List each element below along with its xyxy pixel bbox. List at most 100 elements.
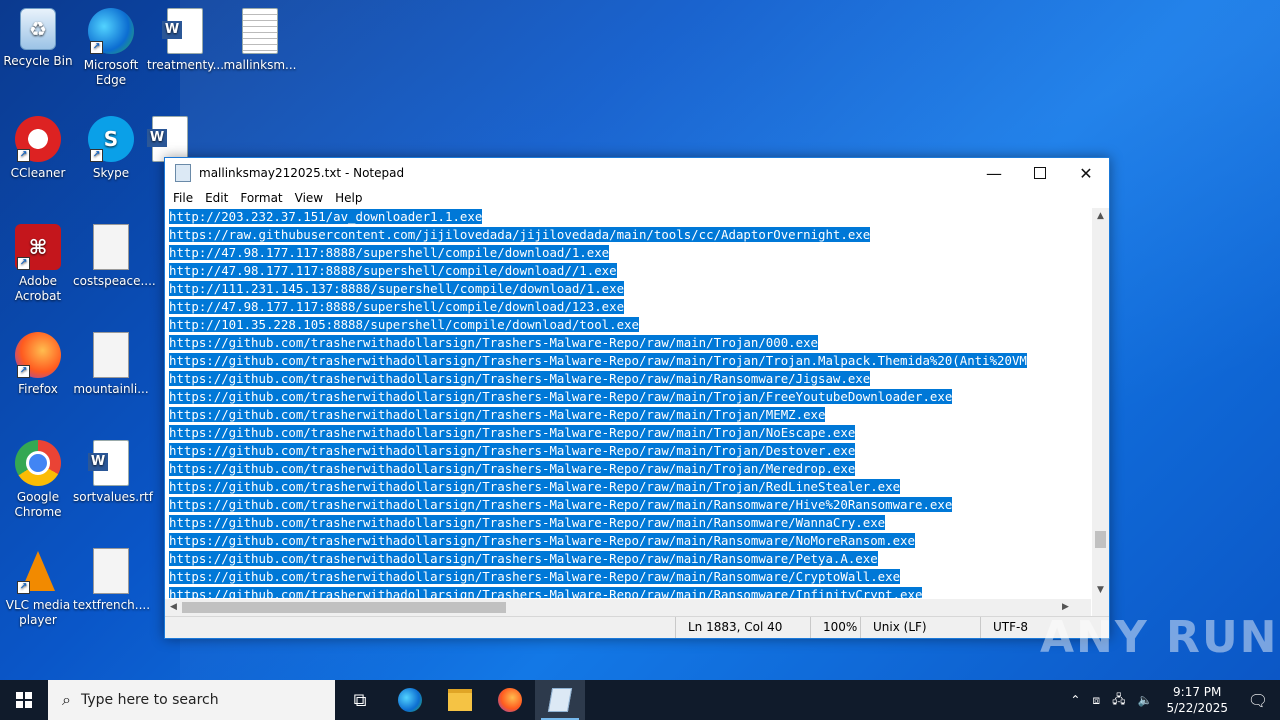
menu-view[interactable]: View [289, 191, 329, 205]
desktop-icon-label: costspeace.... [73, 274, 156, 288]
desktop-icon-chrome[interactable]: Google Chrome [0, 440, 76, 520]
system-tray: ⌃ ⧈ 🖧 🔈 9:17 PM 5/22/2025 🗨 [1064, 680, 1280, 720]
clock[interactable]: 9:17 PM 5/22/2025 [1158, 684, 1236, 716]
chevron-up-icon[interactable]: ⌃ [1064, 693, 1086, 707]
window-title: mallinksmay212025.txt - Notepad [199, 166, 405, 180]
selected-text: https://raw.githubusercontent.com/jijilo… [169, 227, 871, 242]
desktop-icon-edge[interactable]: ↗ Microsoft Edge [73, 8, 149, 88]
menu-file[interactable]: File [167, 191, 199, 205]
desktop-icon-ccleaner[interactable]: ↗ CCleaner [0, 116, 76, 181]
selected-text: https://github.com/trasherwithadollarsig… [169, 353, 1027, 368]
close-icon: ✕ [1079, 163, 1093, 183]
clock-date: 5/22/2025 [1166, 701, 1228, 715]
scroll-down-icon[interactable]: ▼ [1092, 582, 1109, 599]
desktop-icon-vlc[interactable]: ↗ VLC media player [0, 548, 76, 628]
image-file-icon [88, 548, 134, 594]
text-line: https://github.com/trasherwithadollarsig… [165, 460, 1091, 478]
text-line: https://raw.githubusercontent.com/jijilo… [165, 226, 1091, 244]
start-button[interactable] [0, 680, 48, 720]
text-line: https://github.com/trasherwithadollarsig… [165, 442, 1091, 460]
selected-text: http://47.98.177.117:8888/supershell/com… [169, 245, 610, 260]
desktop-icon-treatmenty[interactable]: W treatmenty... [147, 8, 224, 73]
selected-text: https://github.com/trasherwithadollarsig… [169, 335, 819, 350]
scroll-up-icon[interactable]: ▲ [1092, 208, 1109, 225]
desktop-icon-costspeace[interactable]: costspeace.... [73, 224, 156, 289]
taskbar-notepad[interactable] [535, 680, 585, 720]
desktop-icon-acrobat[interactable]: ⌘ ↗ Adobe Acrobat [0, 224, 76, 304]
minimize-icon: — [986, 163, 1002, 183]
taskbar-search-box[interactable]: ⌕ Type here to search [48, 680, 335, 720]
desktop-icon-label: CCleaner [10, 166, 66, 180]
task-view-button[interactable]: ⧉ [335, 680, 385, 720]
selected-text: http://111.231.145.137:8888/supershell/c… [169, 281, 625, 296]
text-file-icon [237, 8, 283, 54]
status-bar: Ln 1883, Col 40 100% Unix (LF) UTF-8 [165, 616, 1109, 638]
horizontal-scroll-thumb[interactable] [182, 602, 506, 613]
network-device-icon[interactable]: ⧈ [1086, 693, 1106, 708]
maximize-icon [1034, 167, 1046, 179]
text-line: https://github.com/trasherwithadollarsig… [165, 496, 1091, 514]
text-line: https://github.com/trasherwithadollarsig… [165, 352, 1091, 370]
selected-text: https://github.com/trasherwithadollarsig… [169, 407, 826, 422]
word-doc-icon: W [147, 116, 193, 162]
edge-icon [398, 688, 422, 712]
text-line: https://github.com/trasherwithadollarsig… [165, 586, 1091, 598]
selected-text: http://47.98.177.117:8888/supershell/com… [169, 299, 625, 314]
skype-icon: S ↗ [88, 116, 134, 162]
text-editor[interactable]: http://203.232.37.151/av_downloader1.1.e… [165, 208, 1091, 598]
text-line: https://github.com/trasherwithadollarsig… [165, 334, 1091, 352]
clock-time: 9:17 PM [1173, 685, 1222, 699]
close-button[interactable]: ✕ [1063, 158, 1109, 188]
notification-icon[interactable]: 🗨 [1236, 680, 1280, 720]
selected-text: https://github.com/trasherwithadollarsig… [169, 551, 878, 566]
taskbar-firefox[interactable] [485, 680, 535, 720]
horizontal-scrollbar[interactable]: ◀ ▶ [165, 599, 1091, 616]
notepad-icon [547, 688, 573, 712]
desktop-icon-mountainli[interactable]: mountainli... [73, 332, 149, 397]
title-bar[interactable]: mallinksmay212025.txt - Notepad — ✕ [165, 158, 1109, 188]
taskbar-edge[interactable] [385, 680, 435, 720]
search-placeholder: Type here to search [80, 692, 219, 708]
maximize-button[interactable] [1017, 158, 1063, 188]
text-line: https://github.com/trasherwithadollarsig… [165, 388, 1091, 406]
desktop-icon-label: Recycle Bin [3, 54, 73, 68]
menu-edit[interactable]: Edit [199, 191, 234, 205]
desktop-icon-recycle-bin[interactable]: ♻ Recycle Bin [0, 8, 76, 69]
vertical-scrollbar[interactable]: ▲ ▼ [1092, 208, 1109, 599]
text-line: https://github.com/trasherwithadollarsig… [165, 406, 1091, 424]
desktop-icon-firefox[interactable]: ↗ Firefox [0, 332, 76, 397]
scroll-left-icon[interactable]: ◀ [165, 599, 182, 616]
selected-text: https://github.com/trasherwithadollarsig… [169, 533, 915, 548]
word-doc-icon: W [162, 8, 208, 54]
desktop-icon-mallinksm[interactable]: mallinksm... [222, 8, 298, 73]
network-icon[interactable]: 🖧 [1106, 690, 1131, 711]
desktop-icon-textfrench[interactable]: textfrench.... [73, 548, 150, 613]
status-position: Ln 1883, Col 40 [675, 617, 810, 638]
text-line: https://github.com/trasherwithadollarsig… [165, 532, 1091, 550]
notepad-window[interactable]: mallinksmay212025.txt - Notepad — ✕ File… [164, 157, 1110, 639]
status-line-ending: Unix (LF) [860, 617, 980, 638]
selected-text: https://github.com/trasherwithadollarsig… [169, 497, 953, 512]
desktop-icon-label: sortvalues.rtf [73, 490, 153, 504]
text-line: http://111.231.145.137:8888/supershell/c… [165, 280, 1091, 298]
selected-text: http://203.232.37.151/av_downloader1.1.e… [169, 209, 483, 224]
text-line: https://github.com/trasherwithadollarsig… [165, 424, 1091, 442]
edge-icon: ↗ [88, 8, 134, 54]
desktop-icon-sortvalues[interactable]: W sortvalues.rtf [73, 440, 153, 505]
text-line: http://203.232.37.151/av_downloader1.1.e… [165, 208, 1091, 226]
taskbar-file-explorer[interactable] [435, 680, 485, 720]
menu-help[interactable]: Help [329, 191, 368, 205]
word-doc-icon: W [88, 440, 134, 486]
acrobat-icon: ⌘ ↗ [15, 224, 61, 270]
selected-text: https://github.com/trasherwithadollarsig… [169, 443, 856, 458]
desktop-icon-skype[interactable]: S ↗ Skype [73, 116, 149, 181]
minimize-button[interactable]: — [971, 158, 1017, 188]
text-line: https://github.com/trasherwithadollarsig… [165, 568, 1091, 586]
menu-format[interactable]: Format [234, 191, 288, 205]
desktop-icon-label: Adobe Acrobat [14, 274, 62, 303]
watermark: ANY RUN [1040, 612, 1279, 663]
vertical-scroll-thumb[interactable] [1095, 531, 1106, 548]
recycle-bin-icon: ♻ [20, 8, 56, 50]
volume-icon[interactable]: 🔈 [1132, 693, 1159, 707]
selected-text: https://github.com/trasherwithadollarsig… [169, 371, 871, 386]
